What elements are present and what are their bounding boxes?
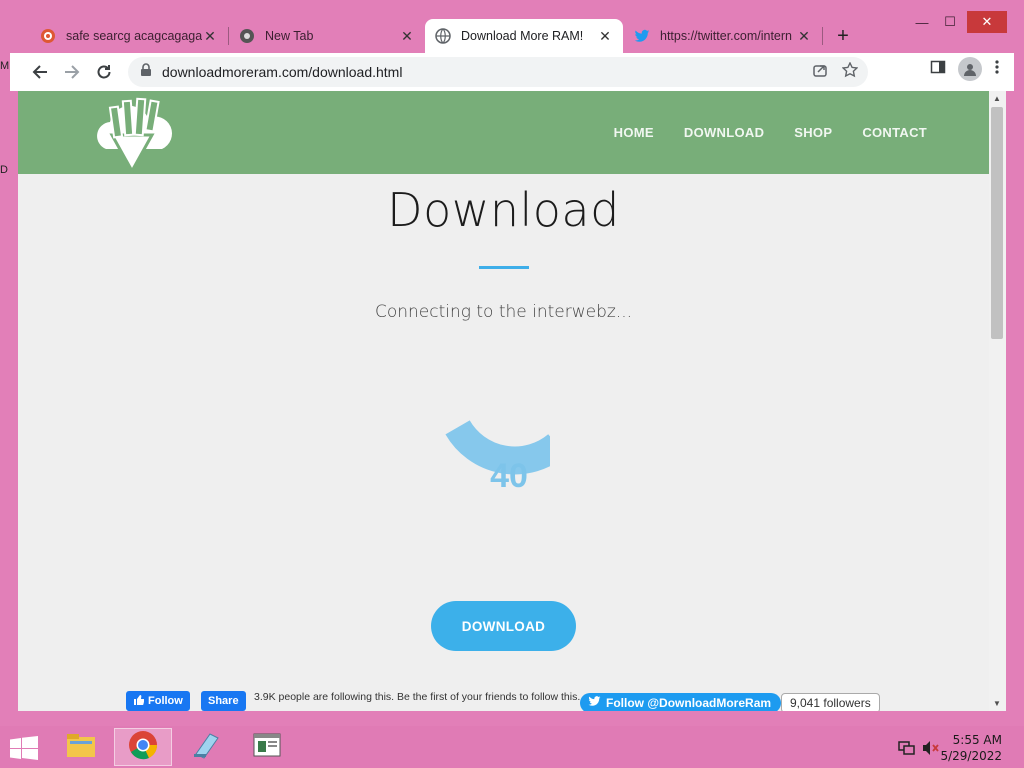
nav-home-link[interactable]: HOME (614, 125, 654, 140)
site-logo[interactable] (88, 95, 178, 175)
back-arrow-icon[interactable] (25, 57, 55, 87)
facebook-follow-button[interactable]: Follow (126, 691, 190, 711)
scroll-up-arrow-icon[interactable]: ▲ (993, 94, 1001, 103)
globe-icon (435, 28, 451, 44)
taskbar-chrome[interactable] (114, 728, 172, 766)
desktop-icon-label: M (0, 60, 10, 72)
twitter-follow-label: Follow @DownloadMoreRam (606, 696, 772, 710)
tab-title: New Tab (265, 29, 314, 43)
tab-divider (822, 27, 823, 45)
tab-safe-search[interactable]: safe searcg acagcagagag ✕ (30, 19, 228, 53)
side-panel-icon[interactable] (930, 59, 946, 80)
tab-download-more-ram[interactable]: Download More RAM! ✕ (425, 19, 623, 53)
browser-toolbar: downloadmoreram.com/download.html (10, 53, 1014, 91)
chrome-icon (128, 730, 158, 765)
taskbar-notepad[interactable] (176, 728, 234, 766)
clock-time: 5:55 AM (952, 733, 1002, 747)
page-scrollbar[interactable]: ▲ ▼ (989, 91, 1006, 711)
tab-title: safe searcg acagcagagag (66, 29, 202, 43)
facebook-follow-label: Follow (148, 695, 183, 707)
nav-download-link[interactable]: DOWNLOAD (684, 125, 764, 140)
share-icon[interactable] (812, 62, 828, 83)
duckduckgo-icon (40, 28, 56, 44)
windows-start-icon[interactable] (10, 736, 38, 765)
twitter-follower-count[interactable]: 9,041 followers (781, 693, 880, 711)
close-icon[interactable]: ✕ (202, 28, 218, 45)
kebab-menu-icon[interactable] (994, 59, 1000, 80)
title-divider (479, 266, 529, 269)
new-tab-button[interactable]: + (832, 25, 854, 48)
close-icon[interactable]: ✕ (796, 28, 812, 45)
page-title: Download (387, 183, 620, 237)
network-icon[interactable] (898, 740, 916, 761)
facebook-follower-text: 3.9K people are following this. Be the f… (254, 691, 581, 703)
download-button[interactable]: DOWNLOAD (431, 601, 576, 651)
lock-icon[interactable] (140, 62, 152, 82)
twitter-bird-icon (588, 696, 601, 710)
scrollbar-thumb[interactable] (991, 107, 1003, 339)
page-viewport: HOME DOWNLOAD SHOP CONTACT Download Conn… (18, 91, 989, 711)
volume-muted-icon[interactable] (922, 740, 940, 761)
close-window-button[interactable]: ✕ (967, 11, 1007, 33)
document-window-icon (252, 731, 282, 764)
close-icon[interactable]: ✕ (597, 28, 613, 45)
profile-avatar-icon[interactable] (958, 57, 982, 81)
tab-new-tab[interactable]: New Tab ✕ (229, 19, 425, 53)
chrome-icon (239, 28, 255, 44)
social-bar: Follow Share 3.9K people are following t… (126, 687, 886, 711)
site-header: HOME DOWNLOAD SHOP CONTACT (18, 91, 989, 175)
folder-icon (66, 732, 96, 763)
notepad-icon (190, 730, 220, 765)
facebook-share-button[interactable]: Share (201, 691, 246, 711)
taskbar-file-explorer[interactable] (52, 728, 110, 766)
tab-twitter[interactable]: https://twitter.com/intern ✕ (624, 19, 822, 53)
close-icon[interactable]: ✕ (399, 28, 415, 45)
progress-gauge: 40 (400, 391, 567, 561)
browser-window: safe searcg acagcagagag ✕ New Tab ✕ Down… (10, 7, 1014, 718)
nav-contact-link[interactable]: CONTACT (862, 125, 927, 140)
bookmark-star-icon[interactable] (841, 60, 859, 83)
tab-title: https://twitter.com/intern (660, 29, 792, 43)
scroll-down-arrow-icon[interactable]: ▼ (993, 699, 1001, 708)
nav-shop-link[interactable]: SHOP (794, 125, 832, 140)
tab-strip: safe searcg acagcagagag ✕ New Tab ✕ Down… (10, 7, 1014, 55)
connection-status-text: Connecting to the interwebz... (374, 302, 633, 322)
thumbs-up-icon (133, 694, 145, 708)
clock-date: 5/29/2022 (940, 749, 1002, 763)
taskbar: 5:55 AM 5/29/2022 (0, 726, 1024, 768)
twitter-follow-button[interactable]: Follow @DownloadMoreRam (580, 693, 782, 711)
url-text[interactable]: downloadmoreram.com/download.html (162, 64, 402, 80)
maximize-button[interactable]: ☐ (935, 11, 965, 33)
reload-icon[interactable] (89, 57, 119, 87)
site-nav: HOME DOWNLOAD SHOP CONTACT (614, 91, 927, 174)
system-clock[interactable]: 5:55 AM 5/29/2022 (940, 732, 1002, 764)
desktop-icon-label: D (0, 164, 8, 176)
twitter-icon (634, 28, 650, 44)
tab-title: Download More RAM! (461, 29, 584, 43)
minimize-button[interactable]: — (907, 11, 937, 33)
progress-value: 40 (490, 456, 528, 495)
address-bar[interactable]: downloadmoreram.com/download.html (128, 57, 868, 87)
forward-arrow-icon[interactable] (57, 57, 87, 87)
taskbar-app[interactable] (238, 728, 296, 766)
